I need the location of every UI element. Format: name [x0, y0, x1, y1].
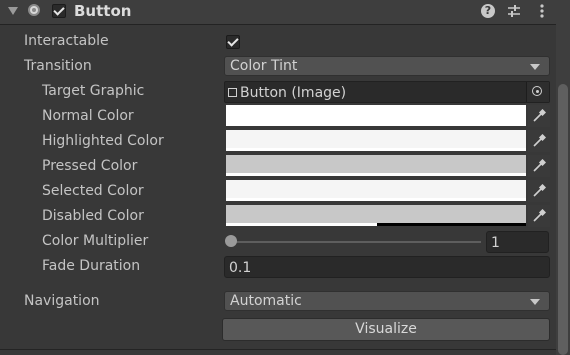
eyedropper-icon[interactable] [528, 155, 550, 177]
scrollbar-thumb[interactable] [558, 84, 568, 355]
foldout-arrow-icon[interactable] [8, 7, 18, 15]
fade-duration-input[interactable]: 0.1 [224, 256, 550, 278]
alpha-bar [226, 148, 526, 151]
target-graphic-value: Button (Image) [240, 85, 347, 101]
pressed-color-label: Pressed Color [42, 158, 138, 174]
transition-value: Color Tint [230, 58, 298, 74]
alpha-bar [226, 223, 377, 226]
image-icon [228, 88, 237, 97]
highlighted-color-swatch[interactable] [226, 130, 526, 151]
interactable-label: Interactable [24, 33, 109, 49]
eyedropper-icon[interactable] [528, 130, 550, 152]
fade-duration-value: 0.1 [229, 260, 252, 276]
divider [0, 349, 556, 350]
target-graphic-field[interactable]: Button (Image) [224, 81, 550, 103]
dropdown-arrow-icon [530, 64, 540, 70]
selected-color-swatch[interactable] [226, 180, 526, 201]
normal-color-swatch[interactable] [226, 105, 526, 126]
navigation-value: Automatic [230, 293, 302, 309]
presets-icon[interactable] [506, 3, 522, 19]
eyedropper-icon[interactable] [528, 105, 550, 127]
color-multiplier-value: 1 [491, 235, 500, 251]
color-multiplier-input[interactable]: 1 [486, 231, 549, 253]
component-title: Button [74, 2, 132, 20]
eyedropper-icon[interactable] [528, 180, 550, 202]
transition-dropdown[interactable]: Color Tint [224, 56, 550, 76]
visualize-button[interactable]: Visualize [222, 318, 550, 341]
target-graphic-label: Target Graphic [42, 83, 145, 99]
alpha-bar [226, 198, 526, 201]
eyedropper-icon[interactable] [528, 205, 550, 227]
kebab-menu-icon[interactable] [534, 3, 550, 19]
color-multiplier-slider-track[interactable] [231, 241, 481, 243]
disabled-color-label: Disabled Color [42, 208, 144, 224]
component-icon [28, 4, 40, 16]
help-icon[interactable]: ? [481, 4, 495, 18]
dropdown-arrow-icon [530, 299, 540, 305]
object-picker-icon[interactable] [526, 82, 549, 102]
alpha-bar [226, 173, 526, 176]
interactable-checkbox[interactable] [226, 35, 240, 49]
fade-duration-label: Fade Duration [42, 258, 141, 274]
color-multiplier-label: Color Multiplier [42, 233, 149, 249]
alpha-bar [226, 123, 526, 126]
component-header[interactable]: Button ? [0, 0, 556, 25]
disabled-color-swatch[interactable] [226, 205, 526, 226]
transition-label: Transition [24, 58, 92, 74]
highlighted-color-label: Highlighted Color [42, 133, 164, 149]
alpha-bar-remainder [377, 223, 526, 226]
normal-color-label: Normal Color [42, 108, 134, 124]
selected-color-label: Selected Color [42, 183, 144, 199]
pressed-color-swatch[interactable] [226, 155, 526, 176]
navigation-dropdown[interactable]: Automatic [224, 291, 550, 311]
navigation-label: Navigation [24, 293, 100, 309]
component-enabled-checkbox[interactable] [52, 4, 66, 18]
color-multiplier-slider-thumb[interactable] [225, 235, 237, 247]
